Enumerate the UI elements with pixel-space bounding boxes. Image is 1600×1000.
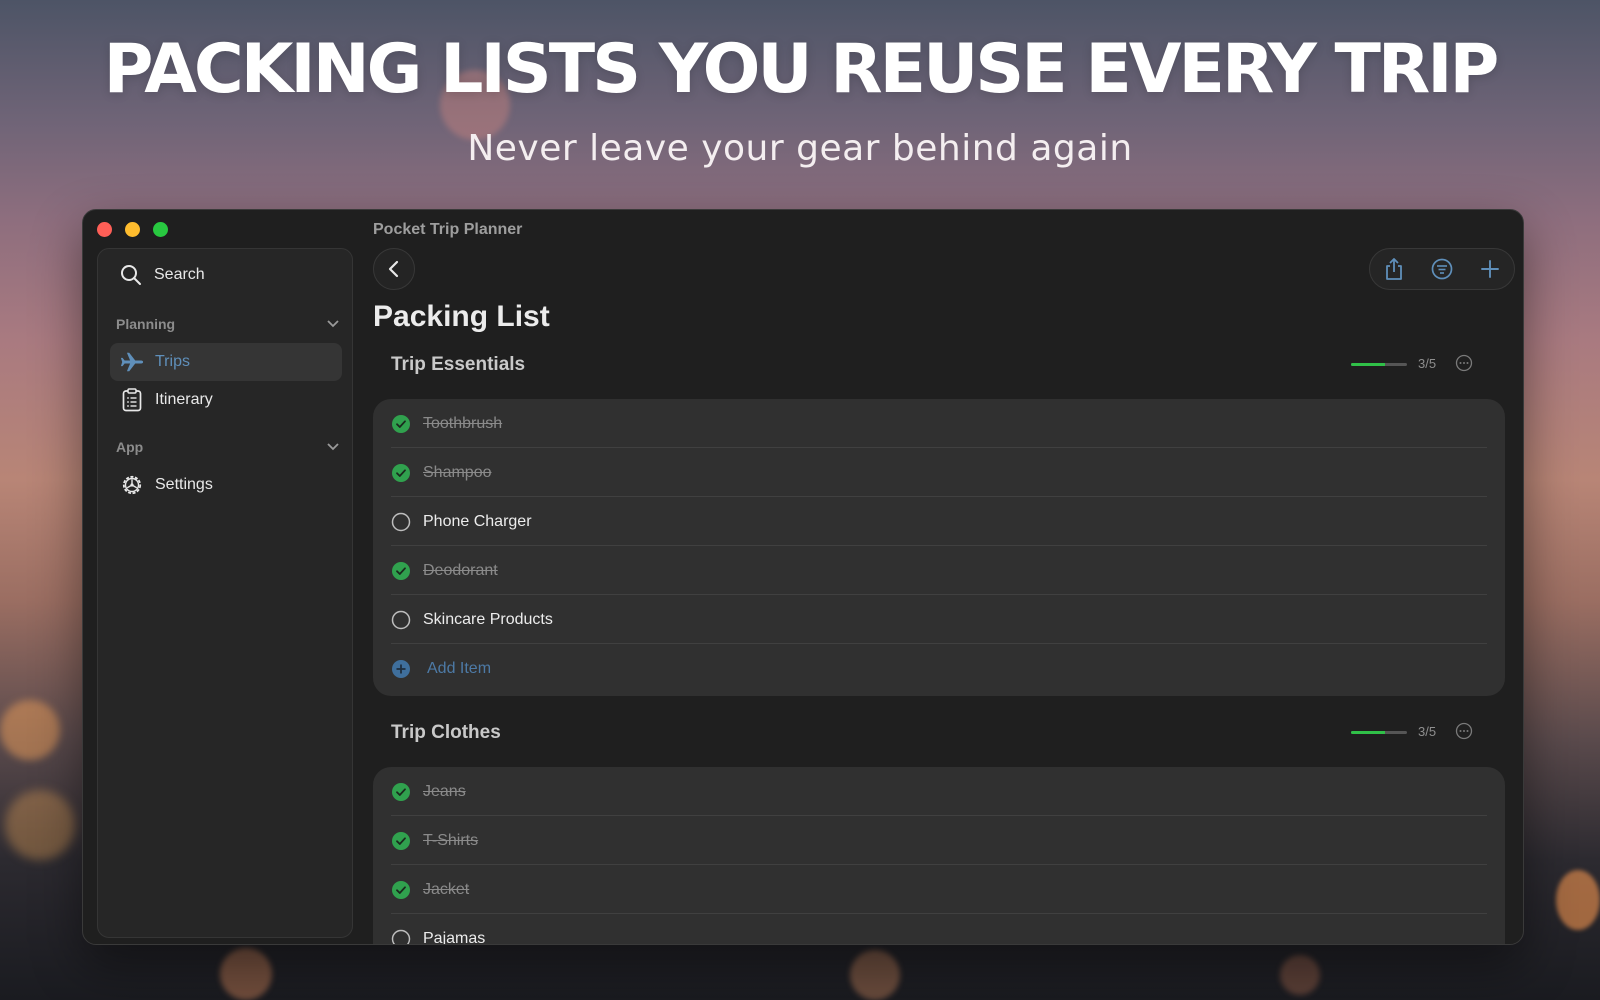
plus-icon — [1481, 260, 1499, 278]
list-header-essentials: Trip Essentials 3/5 — [391, 350, 1481, 380]
minimize-window-button[interactable] — [125, 222, 140, 237]
progress-bar — [1351, 363, 1407, 366]
progress-fill — [1351, 731, 1385, 734]
checked-circle-icon[interactable] — [391, 880, 411, 900]
sidebar-item-label: Settings — [155, 476, 213, 493]
checked-circle-icon[interactable] — [391, 831, 411, 851]
filter-icon — [1431, 258, 1453, 280]
item-label: Skincare Products — [423, 611, 553, 628]
app-window: Pocket Trip Planner Search Planning Trip… — [82, 209, 1524, 945]
item-label: T-Shirts — [423, 832, 479, 849]
item-label: Shampoo — [423, 464, 492, 481]
progress-bar — [1351, 731, 1407, 734]
list-item[interactable]: Jacket — [391, 865, 1487, 915]
chevron-down-icon — [327, 443, 339, 451]
checked-circle-icon[interactable] — [391, 463, 411, 483]
list-item[interactable]: Pajamas — [391, 914, 1487, 945]
unchecked-circle-icon[interactable] — [391, 610, 411, 630]
item-label: Toothbrush — [423, 415, 503, 432]
progress-count: 3/5 — [1418, 356, 1437, 371]
window-title: Pocket Trip Planner — [373, 221, 523, 238]
chevron-left-icon — [388, 260, 399, 278]
more-icon[interactable] — [1455, 354, 1473, 372]
list-item[interactable]: T-Shirts — [391, 816, 1487, 866]
gear-icon — [122, 475, 142, 495]
share-button[interactable] — [1378, 253, 1410, 285]
add-item-label: Add Item — [427, 660, 492, 677]
sidebar-section-planning[interactable]: Planning — [116, 316, 340, 332]
list-title[interactable]: Trip Clothes — [391, 722, 501, 744]
hero-subtitle: Never leave your gear behind again — [467, 128, 1133, 169]
filter-button[interactable] — [1426, 253, 1458, 285]
add-item-button[interactable]: Add Item — [391, 644, 491, 694]
checked-circle-icon[interactable] — [391, 782, 411, 802]
sidebar-search[interactable]: Search — [110, 257, 340, 293]
search-label: Search — [154, 266, 205, 283]
toolbar — [1369, 248, 1515, 290]
list-item[interactable]: Shampoo — [391, 448, 1487, 498]
list-card-clothes: Jeans T-Shirts Jacket Pajamas — [373, 767, 1505, 945]
share-icon — [1386, 258, 1402, 280]
section-label: Planning — [116, 316, 176, 332]
zoom-window-button[interactable] — [153, 222, 168, 237]
sidebar-item-label: Trips — [155, 353, 190, 370]
checked-circle-icon[interactable] — [391, 561, 411, 581]
item-label: Jeans — [423, 783, 466, 800]
airplane-icon — [120, 352, 144, 372]
sidebar-section-app[interactable]: App — [116, 439, 340, 455]
unchecked-circle-icon[interactable] — [391, 512, 411, 532]
list-header-clothes: Trip Clothes 3/5 — [391, 718, 1481, 748]
unchecked-circle-icon[interactable] — [391, 929, 411, 945]
list-item[interactable]: Toothbrush — [391, 399, 1487, 449]
page-title: Packing List — [373, 300, 550, 333]
clipboard-icon — [122, 388, 142, 412]
section-label: App — [116, 439, 144, 455]
list-item[interactable]: Jeans — [391, 767, 1487, 817]
add-button[interactable] — [1474, 253, 1506, 285]
sidebar-item-settings[interactable]: Settings — [110, 466, 342, 504]
list-card-essentials: Toothbrush Shampoo Phone Charger Deodora… — [373, 399, 1505, 696]
chevron-down-icon — [327, 320, 339, 328]
close-window-button[interactable] — [97, 222, 112, 237]
list-item[interactable]: Deodorant — [391, 546, 1487, 596]
list-item[interactable]: Skincare Products — [391, 595, 1487, 645]
sidebar-item-trips[interactable]: Trips — [110, 343, 342, 381]
list-title[interactable]: Trip Essentials — [391, 354, 525, 376]
more-icon[interactable] — [1455, 722, 1473, 740]
item-label: Deodorant — [423, 562, 498, 579]
back-button[interactable] — [373, 248, 415, 290]
sidebar-item-label: Itinerary — [155, 391, 213, 408]
sidebar-item-itinerary[interactable]: Itinerary — [110, 381, 342, 419]
checked-circle-icon[interactable] — [391, 414, 411, 434]
item-label: Pajamas — [423, 930, 486, 945]
progress-count: 3/5 — [1418, 724, 1437, 739]
divider — [391, 643, 1487, 644]
progress-fill — [1351, 363, 1385, 366]
sidebar: Search Planning Trips Itinerary App Sett… — [97, 248, 353, 938]
item-label: Jacket — [423, 881, 470, 898]
list-item[interactable]: Phone Charger — [391, 497, 1487, 547]
hero-title: PACKING LISTS YOU REUSE EVERY TRIP — [103, 30, 1500, 109]
search-icon — [121, 265, 141, 285]
item-label: Phone Charger — [423, 513, 532, 530]
add-circle-icon — [392, 660, 410, 678]
